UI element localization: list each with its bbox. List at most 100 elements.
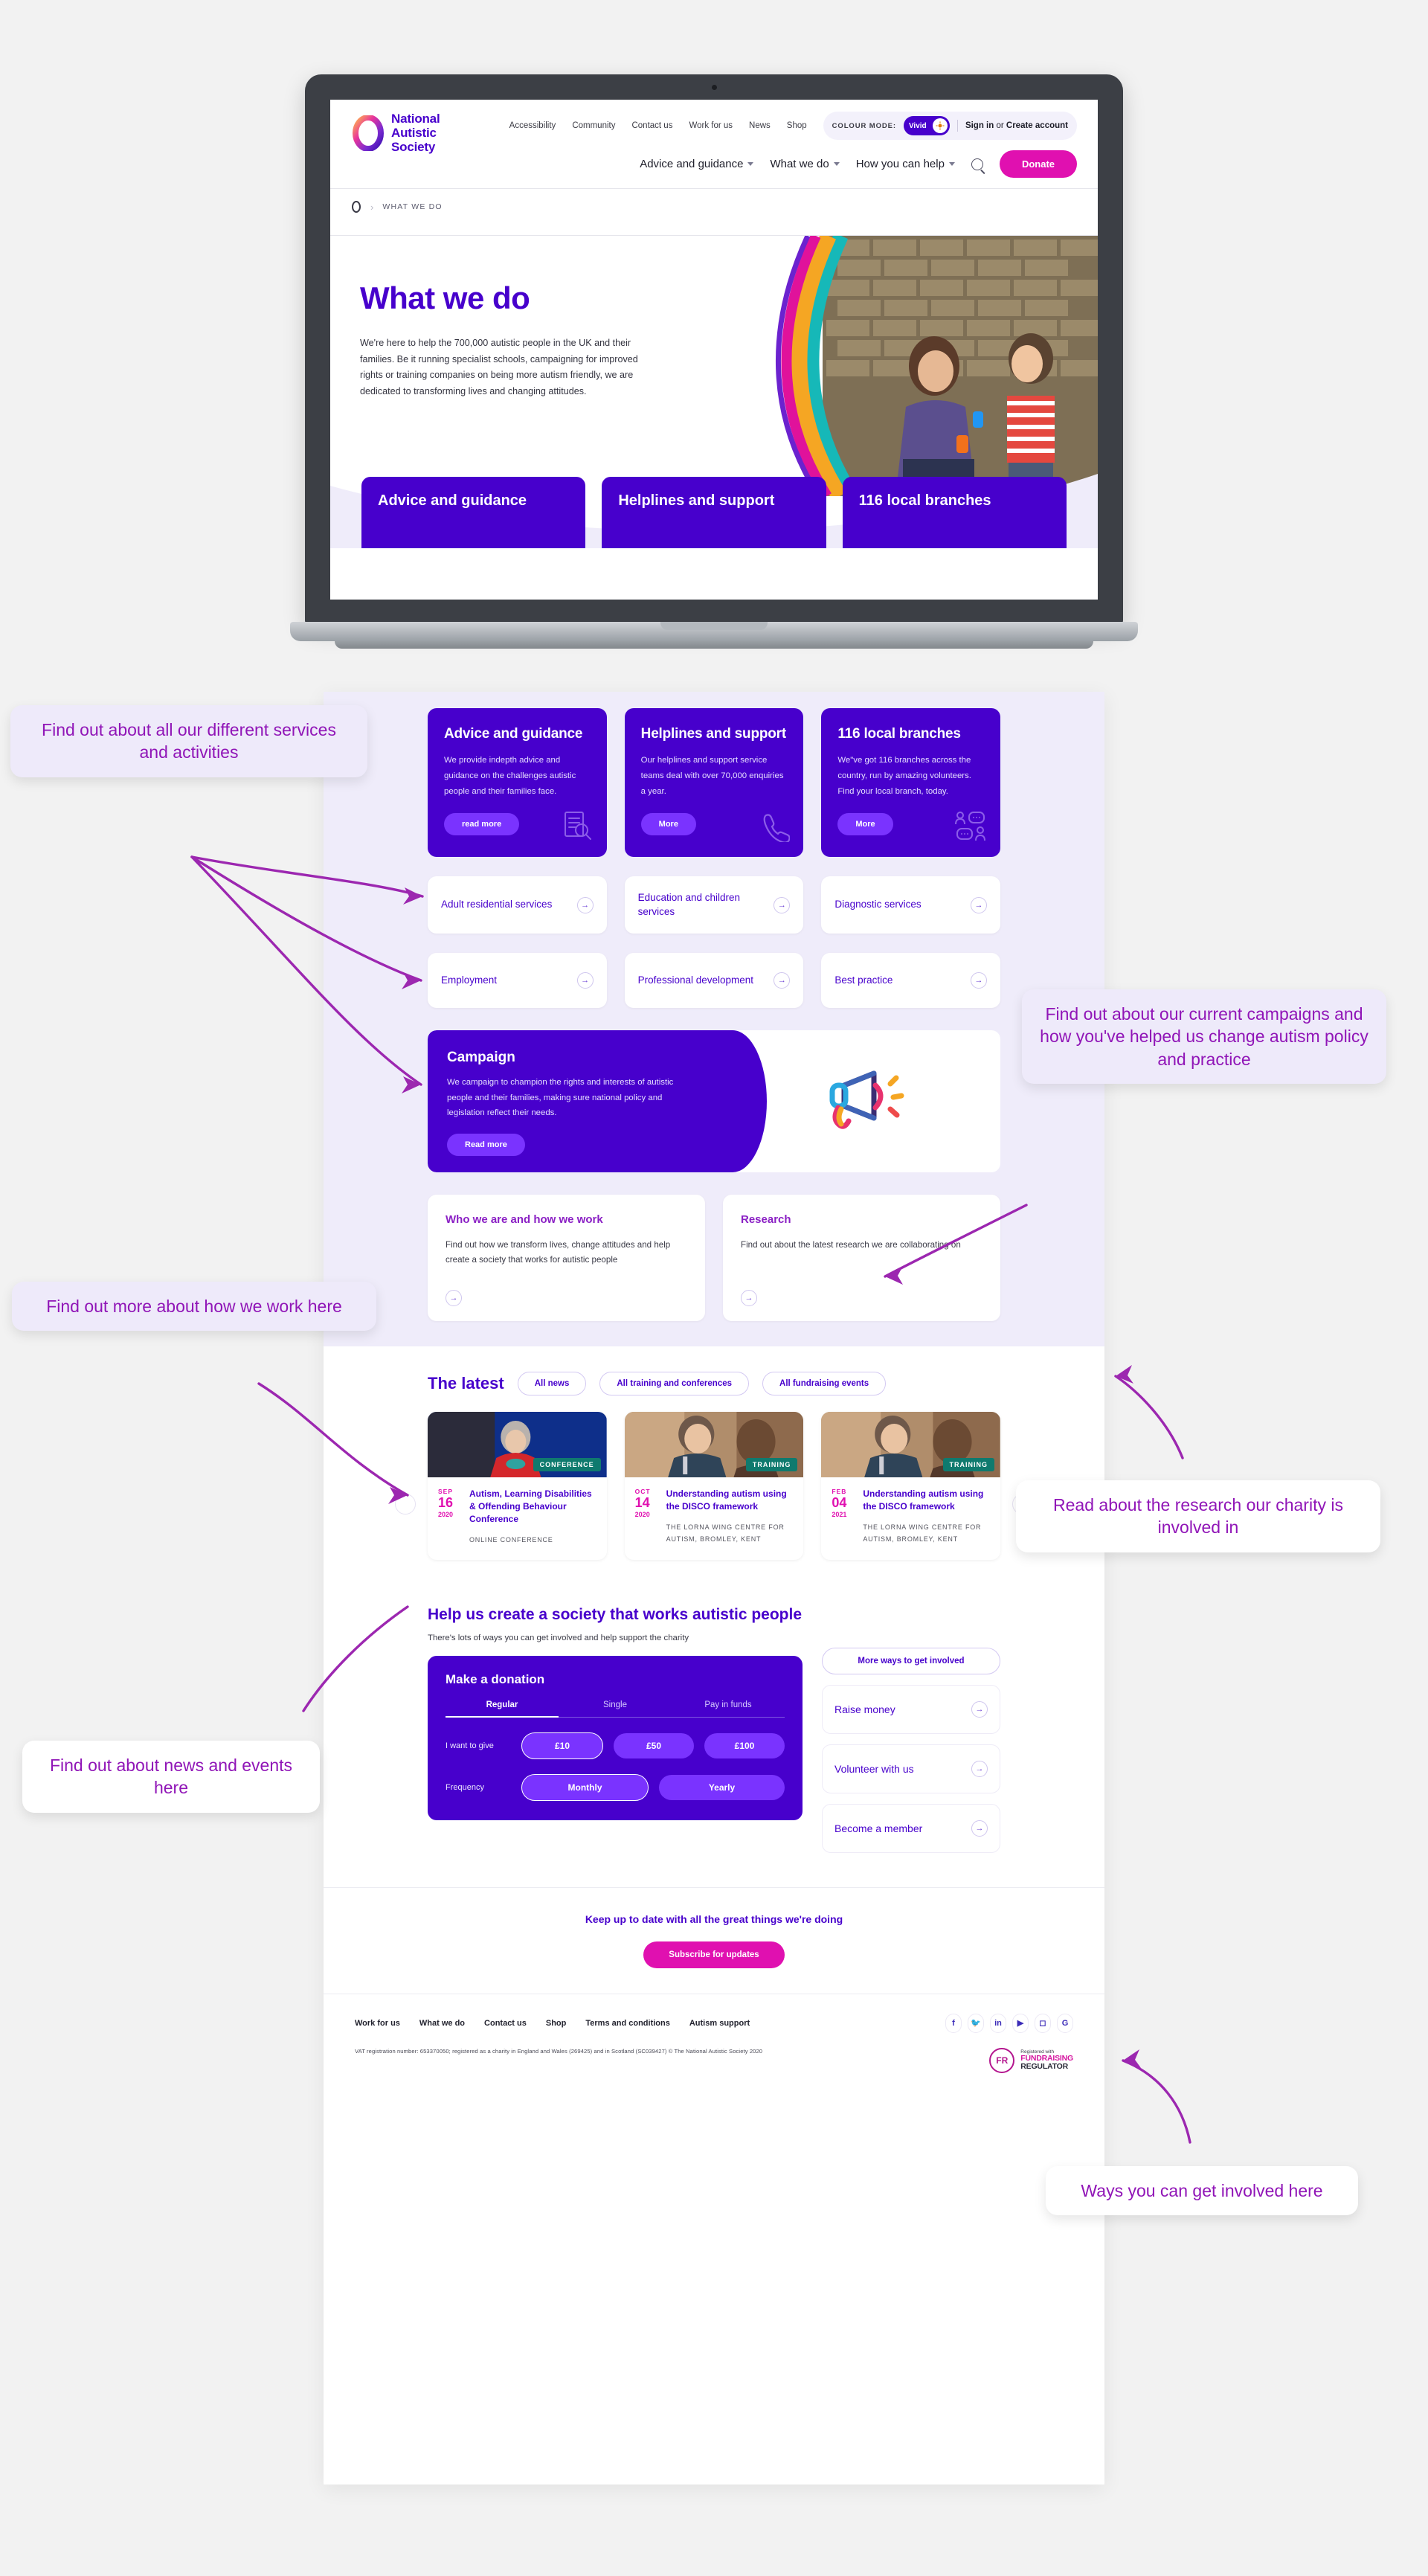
util-link-accessibility[interactable]: Accessibility	[509, 121, 556, 130]
util-link-contact-us[interactable]: Contact us	[631, 121, 672, 130]
promo-card-advice-and-guidance[interactable]: Advice and guidance We provide indepth a…	[428, 708, 607, 857]
footer-link-shop[interactable]: Shop	[546, 2019, 567, 2028]
colour-mode-toggle[interactable]: Vivid	[903, 116, 950, 135]
news-card[interactable]: TRAINING OCT 14 2020 Understanding autis…	[624, 1412, 804, 1560]
hero-copy: What we do We're here to help the 700,00…	[330, 236, 680, 400]
service-link-label: Adult residential services	[441, 899, 553, 910]
youtube-icon[interactable]: ▶	[1012, 2013, 1029, 2033]
side-link-volunteer-with-us[interactable]: Volunteer with us →	[822, 1744, 1000, 1793]
filter-all-news[interactable]: All news	[517, 1372, 587, 1396]
util-link-shop[interactable]: Shop	[787, 121, 807, 130]
news-date: OCT 14 2020	[635, 1488, 659, 1545]
side-link-raise-money[interactable]: Raise money →	[822, 1684, 1000, 1734]
more-button[interactable]: More	[837, 813, 893, 836]
peek-card[interactable]: Advice and guidance	[361, 477, 586, 548]
subscribe-button[interactable]: Subscribe for updates	[643, 1941, 785, 1968]
twitter-icon[interactable]: 🐦	[968, 2013, 984, 2033]
news-card[interactable]: CONFERENCE SEP 16 2020 Autism, Learning …	[428, 1412, 607, 1560]
callout-campaigns: Find out about our current campaigns and…	[1022, 989, 1386, 1085]
footer-top-row: Work for us What we do Contact us Shop T…	[355, 2013, 1073, 2033]
feature-card-research[interactable]: Research Find out about the latest resea…	[723, 1195, 1000, 1322]
frequency-option-yearly[interactable]: Yearly	[659, 1774, 785, 1800]
phone-icon	[763, 814, 791, 842]
service-link-best-practice[interactable]: Best practice →	[821, 953, 1001, 1009]
chevron-down-icon	[747, 162, 754, 166]
promo-card-title: Advice and guidance	[444, 726, 583, 742]
util-link-work-for-us[interactable]: Work for us	[689, 121, 733, 130]
arrow-right-icon: →	[971, 1760, 988, 1777]
amount-option-100[interactable]: £100	[704, 1732, 785, 1758]
util-link-community[interactable]: Community	[572, 121, 615, 130]
breadcrumb-current: WHAT WE DO	[382, 202, 443, 211]
util-link-news[interactable]: News	[749, 121, 771, 130]
nav-item-how-you-can-help[interactable]: How you can help	[856, 158, 955, 170]
subscribe-band: Keep up to date with all the great thing…	[324, 1886, 1104, 1994]
footer-link-work-for-us[interactable]: Work for us	[355, 2019, 400, 2028]
get-involved-heading: Help us create a society that works auti…	[428, 1605, 803, 1623]
latest-heading: The latest	[428, 1374, 504, 1393]
news-tag: CONFERENCE	[533, 1458, 601, 1472]
service-link-employment[interactable]: Employment →	[428, 953, 607, 1009]
google-icon[interactable]: G	[1057, 2013, 1073, 2033]
arrow-right-icon: →	[774, 972, 791, 989]
news-image: CONFERENCE	[428, 1412, 607, 1478]
arrow-right-icon: →	[971, 972, 988, 989]
footer-link-autism-support[interactable]: Autism support	[689, 2019, 750, 2028]
peek-card[interactable]: Helplines and support	[602, 477, 826, 548]
feature-cards: Who we are and how we work Find out how …	[428, 1195, 1000, 1322]
side-link-become-a-member[interactable]: Become a member →	[822, 1803, 1000, 1853]
news-title: Understanding autism using the DISCO fra…	[863, 1488, 984, 1512]
amount-option-50[interactable]: £50	[614, 1732, 694, 1758]
filter-all-training-and-conferences[interactable]: All training and conferences	[599, 1372, 750, 1396]
amount-option-10[interactable]: £10	[521, 1732, 603, 1759]
frequency-option-monthly[interactable]: Monthly	[521, 1773, 649, 1801]
service-link-diagnostic-services[interactable]: Diagnostic services →	[821, 876, 1001, 934]
tab-regular[interactable]: Regular	[446, 1700, 559, 1718]
filter-all-fundraising-events[interactable]: All fundraising events	[762, 1372, 887, 1396]
home-icon[interactable]	[351, 201, 361, 213]
facebook-icon[interactable]: f	[945, 2013, 962, 2033]
sign-in-link[interactable]: Sign in	[965, 121, 994, 130]
tab-pay-in-funds[interactable]: Pay in funds	[672, 1700, 785, 1718]
news-image: TRAINING	[624, 1412, 804, 1478]
hero-photo-with-arc	[776, 236, 1098, 496]
campaign-card[interactable]: Campaign We campaign to champion the rig…	[428, 1030, 1000, 1173]
services-band: Advice and guidance We provide indepth a…	[324, 692, 1104, 1347]
service-link-label: Diagnostic services	[834, 899, 922, 910]
arrow-right-icon: →	[446, 1290, 462, 1307]
promo-card-helplines-and-support[interactable]: Helplines and support Our helplines and …	[624, 708, 804, 857]
news-body: OCT 14 2020 Understanding autism using t…	[625, 1477, 804, 1558]
carousel-prev-button[interactable]: chevron-left-icon	[395, 1494, 416, 1515]
service-link-adult-residential-services[interactable]: Adult residential services →	[428, 876, 607, 934]
promo-card-116-local-branches[interactable]: 116 local branches We"ve got 116 branche…	[821, 708, 1001, 857]
service-link-education-and-children-services[interactable]: Education and children services →	[624, 876, 804, 934]
footer-link-terms-and-conditions[interactable]: Terms and conditions	[585, 2019, 669, 2028]
linkedin-icon[interactable]: in	[990, 2013, 1006, 2033]
read-more-button[interactable]: read more	[444, 813, 520, 836]
feature-card-who-we-are[interactable]: Who we are and how we work Find out how …	[428, 1195, 705, 1322]
promo-cards-peek: Advice and guidance Helplines and suppor…	[330, 477, 1098, 548]
footer-link-contact-us[interactable]: Contact us	[484, 2019, 527, 2028]
feature-card-body: Find out how we transform lives, change …	[446, 1239, 671, 1265]
search-icon[interactable]	[971, 158, 983, 170]
site-footer: Work for us What we do Contact us Shop T…	[324, 1993, 1104, 2098]
nav-item-what-we-do[interactable]: What we do	[770, 158, 840, 170]
campaign-read-more-button[interactable]: Read more	[447, 1134, 525, 1157]
more-button[interactable]: More	[640, 813, 696, 836]
feature-card-title: Who we are and how we work	[446, 1213, 603, 1227]
fundraising-regulator-badge: FR Registered with FUNDRAISING REGULATOR	[989, 2047, 1073, 2073]
footer-link-what-we-do[interactable]: What we do	[419, 2019, 465, 2028]
tab-single[interactable]: Single	[559, 1700, 672, 1718]
donate-button[interactable]: Donate	[999, 150, 1077, 178]
news-card[interactable]: TRAINING FEB 04 2021 Understanding autis…	[821, 1412, 1001, 1560]
brand-name: National Autistic Society	[391, 112, 440, 154]
service-link-professional-development[interactable]: Professional development →	[624, 953, 804, 1009]
create-account-link[interactable]: Create account	[1006, 121, 1068, 130]
brand-logo[interactable]: National Autistic Society	[351, 112, 440, 154]
amount-row: I want to give £10 £50 £100	[446, 1732, 785, 1759]
more-ways-button[interactable]: More ways to get involved	[822, 1647, 1000, 1674]
peek-card[interactable]: 116 local branches	[842, 477, 1067, 548]
instagram-icon[interactable]: ◻	[1035, 2013, 1051, 2033]
nav-item-advice-and-guidance[interactable]: Advice and guidance	[640, 158, 754, 170]
news-date: FEB 04 2021	[832, 1488, 855, 1545]
